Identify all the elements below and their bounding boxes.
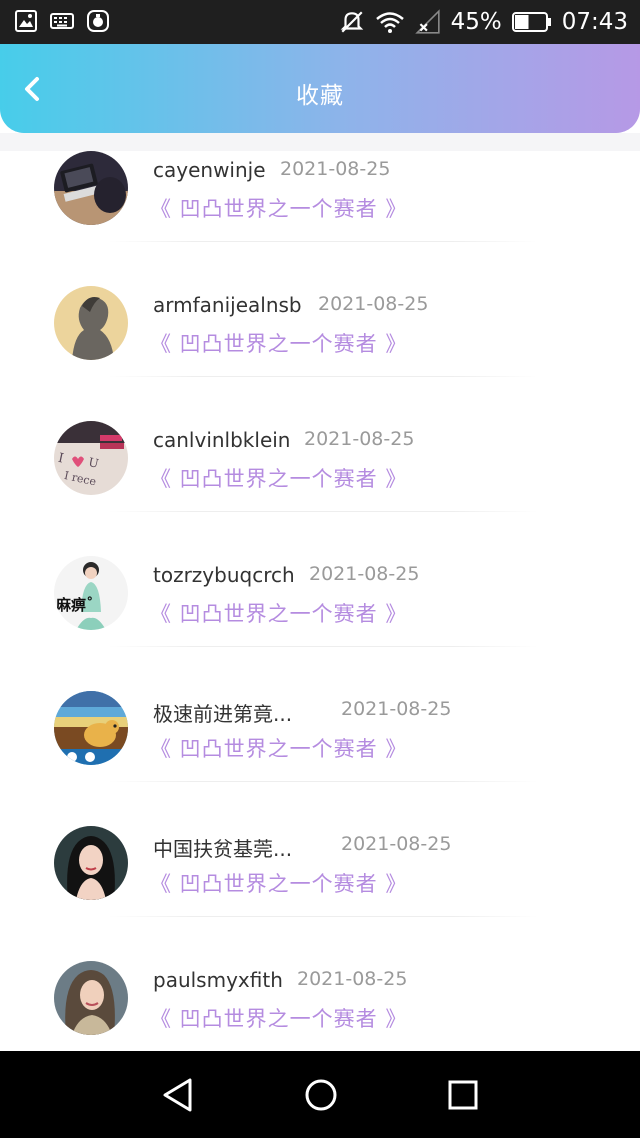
list-item[interactable]: cayenwinje 2021-08-25 《 凹凸世界之一个赛者 》	[0, 151, 640, 286]
username: 中国扶贫基莞...	[153, 837, 293, 861]
list-item[interactable]: armfanijealnsb 2021-08-25 《 凹凸世界之一个赛者 》	[0, 286, 640, 421]
girl-portrait-avatar-image	[54, 961, 128, 1035]
date: 2021-08-25	[318, 293, 429, 315]
avatar[interactable]: 麻痹˚	[54, 556, 128, 630]
status-bar: 45% 07:43	[0, 0, 640, 44]
collection-title[interactable]: 《 凹凸世界之一个赛者 》	[150, 598, 407, 628]
navigation-bar	[0, 1051, 640, 1138]
collection-title[interactable]: 《 凹凸世界之一个赛者 》	[150, 868, 407, 898]
wifi-icon	[375, 12, 404, 33]
keyboard-icon	[50, 13, 74, 29]
avatar-caption: 麻痹˚	[55, 596, 94, 614]
divider	[108, 241, 538, 242]
collection-title[interactable]: 《 凹凸世界之一个赛者 》	[150, 733, 407, 763]
list-item[interactable]: 麻痹˚ tozrzybuqcrch 2021-08-25 《 凹凸世界之一个赛者…	[0, 556, 640, 691]
i-love-you-avatar-image: I U I rece	[54, 421, 128, 495]
recents-square-icon[interactable]	[443, 1075, 483, 1115]
divider	[108, 376, 538, 377]
chevron-left-icon	[25, 77, 39, 101]
favorites-list: cayenwinje 2021-08-25 《 凹凸世界之一个赛者 》 armf…	[0, 151, 640, 1051]
page-title: 收藏	[296, 83, 344, 109]
content-spacer	[0, 133, 640, 151]
battery-percent: 45%	[450, 9, 502, 35]
divider	[108, 511, 538, 512]
sketch-avatar-image	[54, 286, 128, 360]
avatar[interactable]	[54, 691, 128, 765]
list-item[interactable]: 中国扶贫基莞... 2021-08-25 《 凹凸世界之一个赛者 》	[0, 826, 640, 961]
avatar[interactable]	[54, 826, 128, 900]
username: armfanijealnsb	[153, 293, 302, 317]
username: cayenwinje	[153, 158, 266, 182]
list-item[interactable]: paulsmyxfith 2021-08-25 《 凹凸世界之一个赛者 》	[0, 961, 640, 1051]
collection-title[interactable]: 《 凹凸世界之一个赛者 》	[150, 328, 407, 358]
username: 极速前进第竟...	[153, 702, 293, 726]
username: tozrzybuqcrch	[153, 563, 295, 587]
back-button[interactable]	[14, 70, 52, 108]
app-badge-icon	[87, 10, 109, 32]
collection-title[interactable]: 《 凹凸世界之一个赛者 》	[150, 463, 407, 493]
clock: 07:43	[561, 9, 628, 35]
date: 2021-08-25	[280, 158, 391, 180]
date: 2021-08-25	[341, 698, 452, 720]
gallery-icon	[15, 10, 37, 32]
divider	[108, 781, 538, 782]
username: canlvinlbklein	[153, 428, 291, 452]
divider	[108, 646, 538, 647]
collection-title[interactable]: 《 凹凸世界之一个赛者 》	[150, 193, 407, 223]
avatar[interactable]: I U I rece	[54, 421, 128, 495]
date: 2021-08-25	[341, 833, 452, 855]
avatar[interactable]	[54, 286, 128, 360]
status-notification-icons	[14, 9, 110, 33]
status-system-icons: 45% 07:43	[339, 0, 628, 44]
date: 2021-08-25	[304, 428, 415, 450]
battery-icon	[511, 12, 551, 32]
game-avatar-image	[54, 691, 128, 765]
list-item[interactable]: I U I rece canlvinlbklein 2021-08-25 《 凹…	[0, 421, 640, 556]
laptop-avatar-image	[54, 151, 128, 225]
avatar[interactable]	[54, 961, 128, 1035]
woman-portrait-avatar-image	[54, 826, 128, 900]
mute-icon	[340, 11, 363, 33]
date: 2021-08-25	[297, 968, 408, 990]
divider	[108, 916, 538, 917]
no-signal-icon	[414, 9, 440, 34]
back-triangle-icon[interactable]	[158, 1075, 198, 1115]
avatar[interactable]	[54, 151, 128, 225]
header-bar: 收藏	[0, 44, 640, 133]
list-item[interactable]: 极速前进第竟... 2021-08-25 《 凹凸世界之一个赛者 》	[0, 691, 640, 826]
date: 2021-08-25	[309, 563, 420, 585]
home-circle-icon[interactable]	[301, 1075, 341, 1115]
collection-title[interactable]: 《 凹凸世界之一个赛者 》	[150, 1003, 407, 1033]
username: paulsmyxfith	[153, 968, 283, 992]
girl-text-avatar-image: 麻痹˚	[54, 556, 128, 630]
